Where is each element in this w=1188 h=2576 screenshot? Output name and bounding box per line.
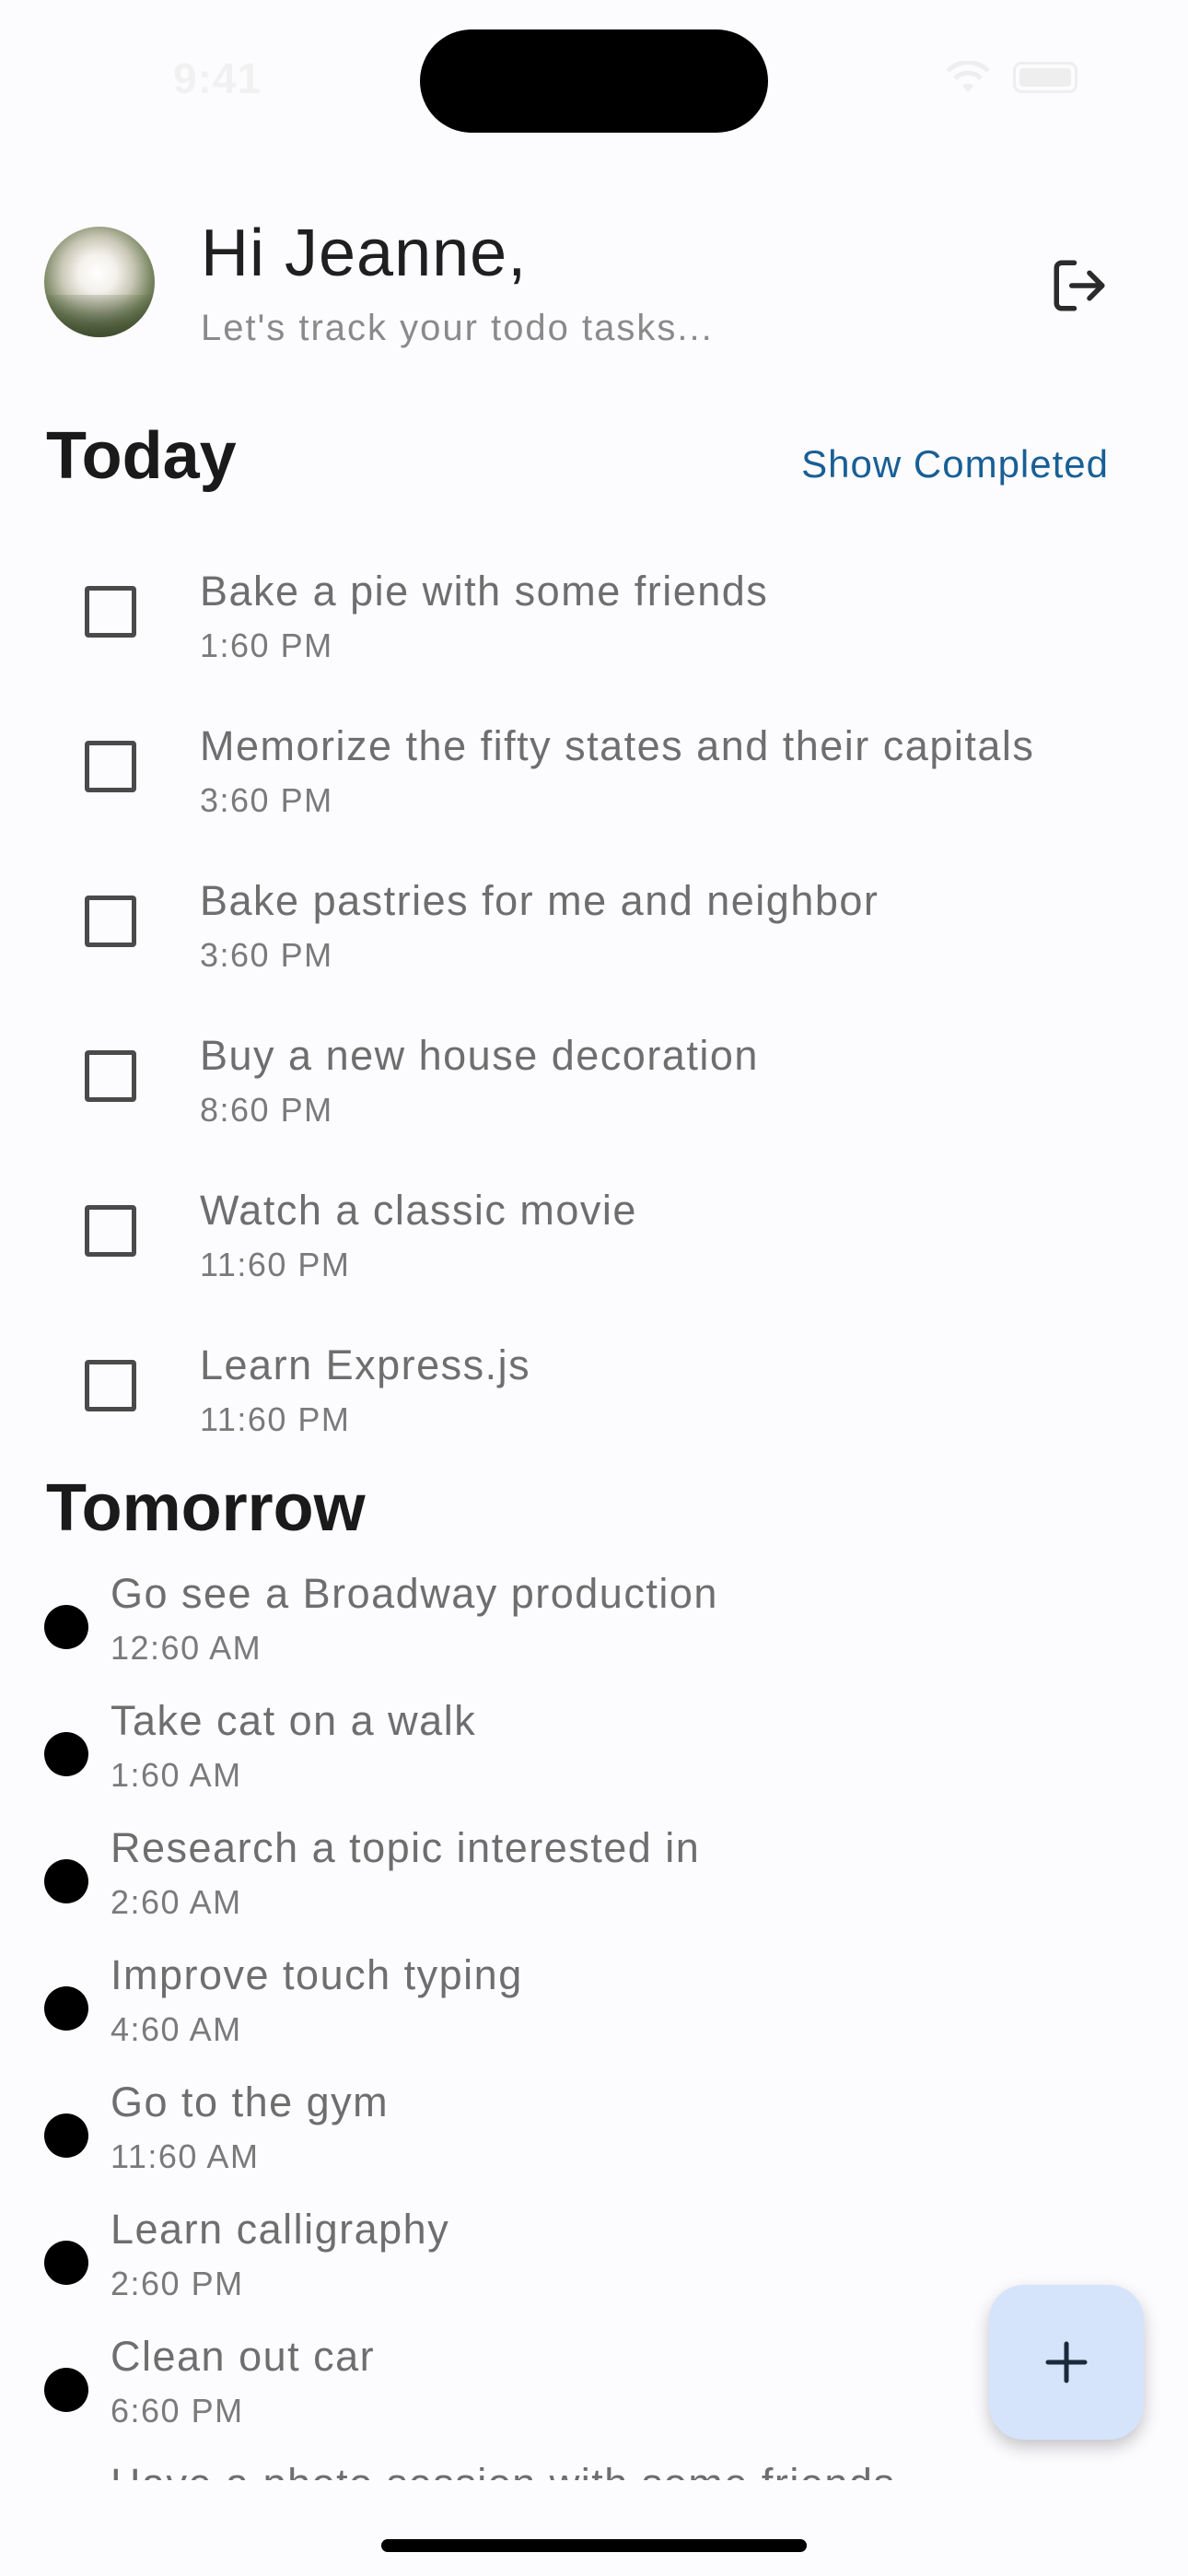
- todo-screen: 9:41 Hi Jeanne, Let's track your todo ta…: [0, 0, 1188, 2576]
- bullet-dot: [44, 1605, 88, 1649]
- todo-checkbox[interactable]: [85, 1205, 136, 1257]
- list-item-title: Take cat on a walk: [111, 1697, 477, 1744]
- status-time: 9:41: [173, 54, 262, 102]
- list-item-title: Go see a Broadway production: [111, 1570, 718, 1617]
- todo-title: Memorize the fifty states and their capi…: [200, 722, 1035, 769]
- list-item-title: Have a photo session with some friends: [111, 2460, 895, 2480]
- todo-checkbox[interactable]: [85, 896, 136, 947]
- list-item[interactable]: Go to the gym 11:60 AM: [0, 2069, 1188, 2196]
- status-bar: 9:41: [0, 0, 1188, 138]
- list-item-time: 4:60 AM: [111, 2010, 242, 2048]
- todo-time: 8:60 PM: [200, 1091, 333, 1129]
- list-item-time: 2:60 AM: [111, 1883, 242, 1921]
- list-item-title: Improve touch typing: [111, 1951, 523, 1998]
- todo-item[interactable]: Bake pastries for me and neighbor 3:60 P…: [0, 849, 1188, 1004]
- today-list: Bake a pie with some friends 1:60 PM Mem…: [0, 540, 1188, 1469]
- list-item[interactable]: Have a photo session with some friends: [0, 2451, 1188, 2480]
- dynamic-island: [420, 29, 768, 133]
- todo-item[interactable]: Memorize the fifty states and their capi…: [0, 695, 1188, 849]
- todo-title: Watch a classic movie: [200, 1187, 637, 1234]
- today-section-title: Today: [46, 419, 237, 493]
- bullet-dot: [44, 1986, 88, 2031]
- bullet-dot: [44, 1732, 88, 1776]
- todo-item[interactable]: Watch a classic movie 11:60 PM: [0, 1159, 1188, 1314]
- list-item-time: 6:60 PM: [111, 2392, 244, 2430]
- todo-time: 11:60 PM: [200, 1246, 351, 1283]
- list-item[interactable]: Go see a Broadway production 12:60 AM: [0, 1561, 1188, 1688]
- header: Hi Jeanne, Let's track your todo tasks..…: [0, 212, 1188, 378]
- greeting-title: Hi Jeanne,: [201, 217, 528, 290]
- todo-time: 1:60 PM: [200, 626, 333, 664]
- todo-time: 3:60 PM: [200, 781, 333, 819]
- avatar[interactable]: [44, 227, 155, 337]
- logout-icon: [1054, 260, 1105, 311]
- todo-item[interactable]: Buy a new house decoration 8:60 PM: [0, 1004, 1188, 1159]
- add-todo-button[interactable]: [989, 2285, 1144, 2440]
- todo-item[interactable]: Learn Express.js 11:60 PM: [0, 1314, 1188, 1469]
- list-item-time: 11:60 AM: [111, 2137, 260, 2175]
- logout-button[interactable]: [1042, 249, 1116, 322]
- bullet-dot: [44, 2241, 88, 2285]
- todo-title: Learn Express.js: [200, 1341, 531, 1388]
- battery-icon: [1013, 62, 1077, 93]
- tomorrow-section-title: Tomorrow: [46, 1471, 366, 1545]
- status-icons: [945, 61, 1077, 94]
- bullet-dot: [44, 2368, 88, 2412]
- greeting-subtitle: Let's track your todo tasks...: [201, 308, 714, 348]
- todo-checkbox[interactable]: [85, 1360, 136, 1411]
- todo-item[interactable]: Bake a pie with some friends 1:60 PM: [0, 540, 1188, 695]
- list-item[interactable]: Research a topic interested in 2:60 AM: [0, 1815, 1188, 1942]
- list-item-time: 1:60 AM: [111, 1756, 242, 1794]
- list-item-title: Learn calligraphy: [111, 2206, 450, 2253]
- list-item-title: Clean out car: [111, 2333, 376, 2380]
- list-item-title: Research a topic interested in: [111, 1824, 701, 1871]
- bullet-dot: [44, 2113, 88, 2158]
- todo-title: Buy a new house decoration: [200, 1032, 759, 1079]
- show-completed-button[interactable]: Show Completed: [801, 442, 1109, 486]
- list-item[interactable]: Take cat on a walk 1:60 AM: [0, 1688, 1188, 1815]
- list-item-time: 2:60 PM: [111, 2265, 244, 2302]
- todo-time: 3:60 PM: [200, 936, 333, 974]
- home-indicator: [381, 2539, 807, 2552]
- list-item[interactable]: Improve touch typing 4:60 AM: [0, 1942, 1188, 2069]
- list-item-title: Go to the gym: [111, 2078, 390, 2125]
- todo-time: 11:60 PM: [200, 1400, 351, 1438]
- list-item-time: 12:60 AM: [111, 1629, 262, 1667]
- todo-title: Bake pastries for me and neighbor: [200, 877, 879, 924]
- todo-checkbox[interactable]: [85, 1050, 136, 1102]
- todo-checkbox[interactable]: [85, 586, 136, 638]
- todo-checkbox[interactable]: [85, 741, 136, 792]
- todo-title: Bake a pie with some friends: [200, 568, 769, 615]
- bullet-dot: [44, 1859, 88, 1903]
- wifi-icon: [946, 61, 990, 92]
- plus-icon: [1045, 2341, 1088, 2383]
